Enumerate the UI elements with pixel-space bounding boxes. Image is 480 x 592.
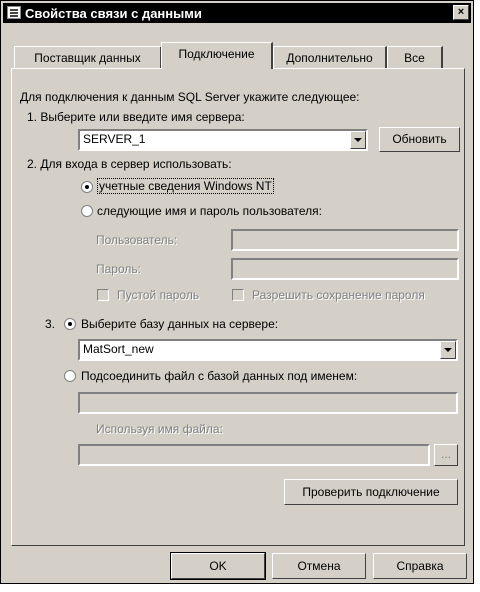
password-field[interactable] (231, 258, 459, 280)
title-bar[interactable]: Свойства связи с данными × (3, 3, 471, 23)
filename-label: Используя имя файла: (96, 422, 223, 436)
server-name-value: SERVER_1 (83, 132, 146, 146)
radio-attach-file[interactable] (64, 370, 76, 382)
data-link-icon (7, 6, 21, 19)
intro-text: Для подключения к данным SQL Server укаж… (20, 90, 360, 104)
radio-user-password-label[interactable]: следующие имя и пароль пользователя: (97, 204, 322, 218)
allow-save-password-checkbox[interactable] (232, 289, 244, 301)
step1-label: 1. Выберите или введите имя сервера: (27, 110, 245, 124)
refresh-button[interactable]: Обновить (379, 127, 460, 152)
radio-windows-nt-label[interactable]: учетные сведения Windows NT (97, 178, 274, 194)
database-combobox[interactable]: MatSort_new (78, 339, 458, 361)
server-name-combobox[interactable]: SERVER_1 (78, 129, 368, 151)
tab-provider[interactable]: Поставщик данных (14, 46, 162, 68)
window-title: Свойства связи с данными (25, 6, 202, 21)
attach-db-name-field[interactable] (78, 392, 458, 414)
blank-password-label: Пустой пароль (117, 288, 200, 302)
tab-advanced[interactable]: Дополнительно (273, 46, 387, 68)
radio-select-database-label[interactable]: Выберите базу данных на сервере: (81, 317, 278, 331)
close-button[interactable]: × (453, 5, 469, 20)
blank-password-checkbox[interactable] (97, 289, 109, 301)
allow-save-password-label: Разрешить сохранение пароля (252, 288, 425, 302)
database-value: MatSort_new (83, 342, 154, 356)
radio-windows-nt-label-wrap: учетные сведения Windows NT (97, 178, 274, 194)
tab-all[interactable]: Все (387, 46, 443, 68)
ok-button[interactable]: OK (170, 552, 266, 580)
radio-select-database[interactable] (64, 318, 76, 330)
tab-connection[interactable]: Подключение (161, 42, 273, 69)
password-label: Пароль: (96, 262, 141, 276)
chevron-down-icon[interactable] (350, 131, 366, 149)
filename-field[interactable] (78, 444, 430, 466)
help-button[interactable]: Справка (373, 553, 467, 579)
user-label: Пользователь: (96, 233, 178, 247)
test-connection-button[interactable]: Проверить подключение (284, 479, 458, 505)
step3-number: 3. (45, 317, 56, 331)
radio-user-password[interactable] (81, 205, 93, 217)
step2-label: 2. Для входа в сервер использовать: (27, 157, 232, 171)
radio-windows-nt[interactable] (81, 181, 93, 193)
browse-button[interactable]: ... (434, 444, 458, 466)
cancel-button[interactable]: Отмена (272, 553, 366, 579)
radio-attach-file-label[interactable]: Подсоединить файл с базой данных под име… (81, 369, 357, 383)
user-field[interactable] (231, 229, 459, 251)
data-link-properties-dialog: Свойства связи с данными × Поставщик дан… (0, 0, 474, 584)
chevron-down-icon[interactable] (440, 341, 456, 359)
background-strip (0, 586, 480, 592)
